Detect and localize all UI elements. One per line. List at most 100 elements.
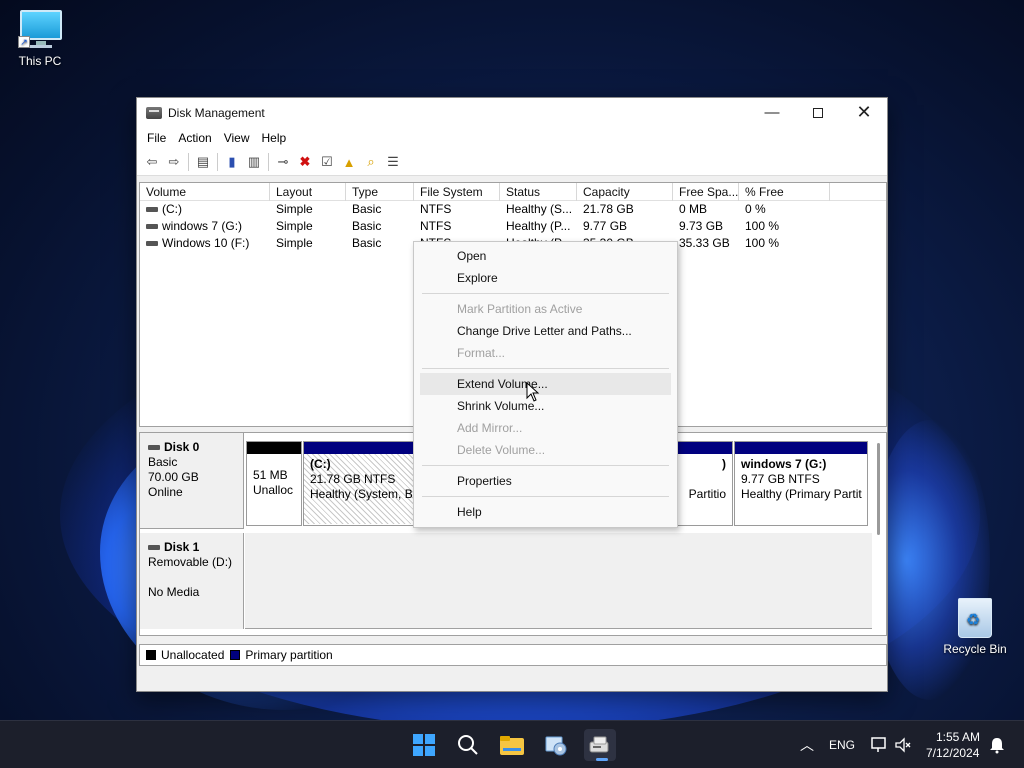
- folder-search-icon[interactable]: ⌕: [360, 152, 382, 172]
- menu-item-format[interactable]: Format...: [420, 342, 671, 364]
- show-hidden-icons-chevron-icon[interactable]: ︿: [800, 735, 814, 755]
- desktop-icon-this-pc[interactable]: ↗ This PC: [0, 10, 80, 68]
- disk-1-info[interactable]: Disk 1 Removable (D:) No Media: [140, 533, 244, 629]
- clock-date[interactable]: 7/12/2024: [926, 746, 979, 760]
- toolbar-separator: [217, 153, 218, 171]
- menu-view[interactable]: View: [218, 131, 256, 145]
- volume-muted-icon[interactable]: [894, 736, 912, 754]
- toolbar-separator: [268, 153, 269, 171]
- desktop-icon-label: Recycle Bin: [943, 642, 1007, 656]
- help-icon[interactable]: ▮: [221, 152, 243, 172]
- column-header-status[interactable]: Status: [500, 183, 577, 201]
- disk-type: Basic: [148, 455, 178, 469]
- menu-separator: [422, 496, 669, 497]
- properties-icon[interactable]: ☰: [382, 152, 404, 172]
- partition-g[interactable]: windows 7 (G:) 9.77 GB NTFS Healthy (Pri…: [734, 441, 868, 526]
- column-header-volume[interactable]: Volume: [140, 183, 270, 201]
- layout-cell: Simple: [276, 236, 313, 250]
- column-header-capacity[interactable]: Capacity: [577, 183, 673, 201]
- menu-action[interactable]: Action: [172, 131, 217, 145]
- legend: Unallocated Primary partition: [139, 644, 887, 666]
- disk-management-icon: [589, 736, 609, 753]
- minimize-button[interactable]: —: [749, 98, 795, 127]
- table-row[interactable]: windows 7 (G:) Simple Basic NTFS Healthy…: [140, 218, 886, 235]
- disk-management-icon: [146, 106, 162, 119]
- menu-bar: File Action View Help: [137, 127, 887, 149]
- network-icon[interactable]: [870, 736, 888, 754]
- percent-free-cell: 100 %: [745, 236, 780, 250]
- maximize-button[interactable]: [795, 98, 841, 127]
- capacity-cell: 9.77 GB: [583, 219, 628, 233]
- disk-management-taskbar-button[interactable]: [584, 729, 616, 761]
- disk-0-info[interactable]: Disk 0 Basic 70.00 GB Online: [140, 433, 244, 529]
- forward-arrow-icon[interactable]: ⇨: [163, 152, 185, 172]
- status-cell: Healthy (S...: [506, 202, 573, 216]
- disk-1-row: Disk 1 Removable (D:) No Media: [140, 533, 872, 629]
- legend-swatch: [230, 650, 241, 660]
- vertical-scrollbar[interactable]: [877, 443, 880, 535]
- disk-1-empty-area: [245, 533, 872, 629]
- status-cell: Healthy (P...: [506, 219, 571, 233]
- partition-bar: [247, 442, 301, 454]
- menu-item-add-mirror[interactable]: Add Mirror...: [420, 417, 671, 439]
- notification-bell-icon[interactable]: [988, 736, 1006, 754]
- partition-body: 51 MB Unalloc: [253, 468, 294, 497]
- clock-time[interactable]: 1:55 AM: [936, 730, 980, 744]
- column-header-layout[interactable]: Layout: [270, 183, 346, 201]
- disk-name: Disk 1: [148, 540, 235, 555]
- file-system-cell: NTFS: [420, 202, 452, 216]
- menu-file[interactable]: File: [141, 131, 172, 145]
- volume-cell: (C:): [140, 201, 270, 218]
- delete-icon[interactable]: ✖: [294, 152, 316, 172]
- start-button[interactable]: [408, 729, 440, 761]
- type-cell: Basic: [352, 236, 382, 250]
- free-space-cell: 35.33 GB: [679, 236, 730, 250]
- settings-app-button[interactable]: [540, 729, 572, 761]
- menu-item-mark-active[interactable]: Mark Partition as Active: [420, 298, 671, 320]
- column-header-file-system[interactable]: File System: [414, 183, 500, 201]
- control-panel-icon: [545, 736, 567, 756]
- volume-cell: Windows 10 (F:): [140, 235, 270, 252]
- table-row[interactable]: (C:) Simple Basic NTFS Healthy (S... 21.…: [140, 201, 886, 218]
- action-pane-icon[interactable]: ▥: [243, 152, 265, 172]
- mouse-pointer-icon: [526, 382, 540, 402]
- toolbar-separator: [188, 153, 189, 171]
- title-bar[interactable]: Disk Management — ✕: [137, 98, 887, 127]
- disk-name: Disk 0: [148, 440, 235, 455]
- checklist-icon[interactable]: ☑: [316, 152, 338, 172]
- menu-item-properties[interactable]: Properties: [420, 470, 671, 492]
- layout-cell: Simple: [276, 202, 313, 216]
- menu-item-explore[interactable]: Explore: [420, 267, 671, 289]
- back-arrow-icon[interactable]: ⇦: [141, 152, 163, 172]
- menu-item-extend-volume[interactable]: Extend Volume...: [420, 373, 671, 395]
- legend-unallocated: Unallocated: [146, 648, 224, 662]
- free-space-cell: 9.73 GB: [679, 219, 724, 233]
- file-explorer-button[interactable]: [496, 729, 528, 761]
- console-tree-icon[interactable]: ▤: [192, 152, 214, 172]
- menu-item-open[interactable]: Open: [420, 245, 671, 267]
- language-indicator[interactable]: ENG: [829, 738, 855, 752]
- menu-separator: [422, 465, 669, 466]
- menu-item-shrink-volume[interactable]: Shrink Volume...: [420, 395, 671, 417]
- connect-drive-icon[interactable]: ⊸: [272, 152, 294, 172]
- disk-size: 70.00 GB: [148, 470, 199, 484]
- disk-type: Removable (D:): [148, 555, 233, 569]
- menu-help[interactable]: Help: [256, 131, 293, 145]
- desktop-icon-label: This PC: [18, 54, 62, 68]
- file-system-cell: NTFS: [420, 219, 452, 233]
- column-header-type[interactable]: Type: [346, 183, 414, 201]
- free-space-cell: 0 MB: [679, 202, 708, 216]
- search-button[interactable]: [452, 729, 484, 761]
- menu-item-change-drive-letter[interactable]: Change Drive Letter and Paths...: [420, 320, 671, 342]
- desktop-icon-recycle-bin[interactable]: ♻ Recycle Bin: [935, 598, 1015, 656]
- disk-status: Online: [148, 485, 183, 499]
- column-header-free-space[interactable]: Free Spa...: [673, 183, 739, 201]
- close-button[interactable]: ✕: [841, 98, 887, 127]
- column-header-percent-free[interactable]: % Free: [739, 183, 830, 201]
- menu-item-delete-volume[interactable]: Delete Volume...: [420, 439, 671, 461]
- taskbar: ︿ ENG 1:55 AM 7/12/2024: [0, 720, 1024, 768]
- partition-unallocated[interactable]: 51 MB Unalloc: [246, 441, 302, 526]
- menu-item-help[interactable]: Help: [420, 501, 671, 523]
- folder-up-icon[interactable]: ▲: [338, 152, 360, 172]
- folder-icon: [500, 736, 524, 755]
